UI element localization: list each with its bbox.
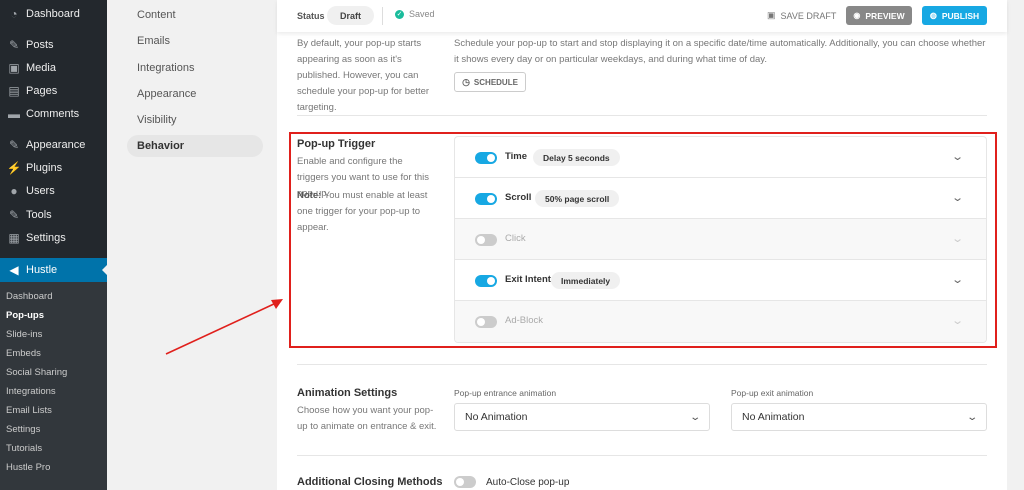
exit-animation-select[interactable]: No Animation ⌄ [731,403,987,431]
chevron-down-icon: ⌄ [965,412,978,423]
nav-visibility[interactable]: Visibility [127,109,263,131]
section-divider [297,364,987,365]
nav-behavior[interactable]: Behavior [127,135,263,157]
submenu-hustle-pro[interactable]: Hustle Pro [6,462,50,473]
saved-indicator: ✓ Saved [395,9,435,19]
pin-icon: ✎ [8,38,20,52]
submenu-pop-ups[interactable]: Pop-ups [6,310,44,321]
status-bar: Status Draft ✓ Saved ▣ SAVE DRAFT ◉ PREV… [277,0,1007,32]
status-badge: Draft [327,6,375,25]
hustle-settings-nav: Content Emails Integrations Appearance V… [107,0,277,490]
section-divider [297,455,987,456]
pages-icon: ▤ [8,84,20,98]
highlight-box [289,132,997,348]
wrench-icon: ✎ [8,208,20,222]
plugin-icon: ⚡ [6,161,22,175]
nav-content[interactable]: Content [127,4,263,26]
floppy-icon: ▣ [767,10,776,20]
auto-close-option[interactable]: Auto-Close pop-up [454,476,569,488]
auto-close-label: Auto-Close pop-up [486,476,570,488]
media-icon: ▣ [8,61,20,75]
saved-label: Saved [409,9,435,19]
submenu-social-sharing[interactable]: Social Sharing [6,367,67,378]
nav-integrations[interactable]: Integrations [127,57,263,79]
wp-menu-media[interactable]: ▣ Media [0,57,107,79]
wp-menu-posts[interactable]: ✎ Posts [0,34,107,56]
publish-button[interactable]: ◍ PUBLISH [922,6,987,25]
preview-label: PREVIEW [865,10,905,21]
settings-icon: ▦ [8,231,20,245]
submenu-slide-ins[interactable]: Slide-ins [6,329,42,340]
hustle-submenu: Dashboard Pop-ups Slide-ins Embeds Socia… [0,282,107,490]
eye-icon: ◉ [853,11,861,20]
schedule-right-desc: Schedule your pop-up to start and stop d… [454,38,986,65]
chevron-down-icon: ⌄ [688,412,701,423]
dashboard-icon: ◔ [10,7,18,21]
wp-menu-settings[interactable]: ▦ Settings [0,227,107,249]
animation-desc: Choose how you want your pop-up to anima… [297,405,437,432]
comments-icon: ▬ [8,107,20,121]
divider [382,7,383,25]
schedule-left-desc: By default, your pop-up starts appearing… [297,38,430,113]
save-draft-label: SAVE DRAFT [780,10,837,21]
wp-menu-comments[interactable]: ▬ Comments [0,103,107,125]
check-icon: ✓ [395,9,404,19]
wp-menu-appearance[interactable]: ✎ Appearance [0,134,107,156]
submenu-settings[interactable]: Settings [6,424,40,435]
clock-icon: ◷ [462,76,470,87]
section-divider [297,115,987,116]
closing-methods-title: Additional Closing Methods [297,476,443,488]
nav-appearance[interactable]: Appearance [127,83,263,105]
wp-menu-hustle[interactable]: ◀ Hustle [0,258,107,282]
wp-menu-pages[interactable]: ▤ Pages [0,80,107,102]
entrance-animation-select[interactable]: No Animation ⌄ [454,403,710,431]
entrance-animation-value: No Animation [465,411,528,423]
exit-animation-label: Pop-up exit animation [731,388,814,398]
megaphone-icon: ◀ [9,263,19,277]
brush-icon: ✎ [8,138,20,152]
submenu-embeds[interactable]: Embeds [6,348,41,359]
status-label: Status [297,11,325,21]
nav-emails[interactable]: Emails [127,30,263,52]
entrance-animation-label: Pop-up entrance animation [454,388,557,398]
publish-label: PUBLISH [941,10,980,21]
submenu-integrations[interactable]: Integrations [6,386,56,397]
auto-close-toggle[interactable] [454,476,476,488]
submenu-dashboard[interactable]: Dashboard [6,291,52,302]
exit-animation-value: No Animation [742,411,805,423]
schedule-button[interactable]: ◷ SCHEDULE [454,72,526,92]
wp-menu-plugins[interactable]: ⚡ Plugins [0,157,107,179]
wp-menu-users[interactable]: ● Users [0,180,107,202]
wp-menu-dashboard[interactable]: ◔ Dashboard [0,3,107,25]
users-icon: ● [10,184,18,198]
globe-icon: ◍ [929,11,937,20]
submenu-tutorials[interactable]: Tutorials [6,443,42,454]
wp-admin-sidebar: ◔ Dashboard ✎ Posts ▣ Media ▤ Pages ▬ Comment… [0,0,107,490]
preview-button[interactable]: ◉ PREVIEW [846,6,912,25]
submenu-email-lists[interactable]: Email Lists [6,405,52,416]
schedule-label: SCHEDULE [473,77,518,87]
animation-title: Animation Settings [297,387,398,399]
save-draft-button[interactable]: ▣ SAVE DRAFT [767,10,836,21]
wp-menu-tools[interactable]: ✎ Tools [0,204,107,226]
